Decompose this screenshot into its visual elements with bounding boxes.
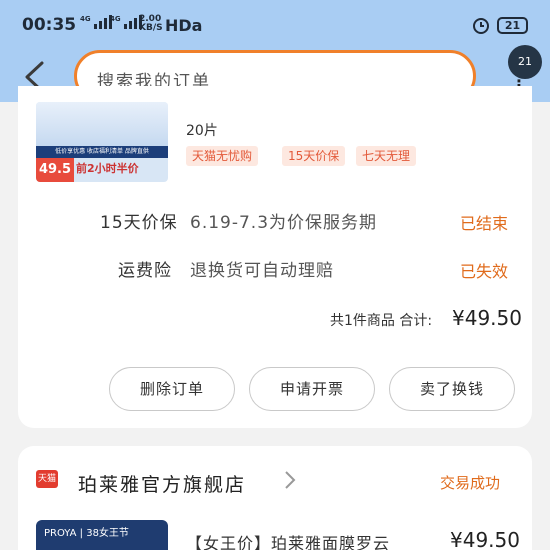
shipping-insurance-status: 已失效 bbox=[460, 262, 509, 281]
price-protection-status: 已结束 bbox=[460, 214, 509, 233]
status-time: 00:35 bbox=[22, 15, 77, 35]
product-thumbnail[interactable]: 低价享优惠 收店福利清单 品牌直供 49.5 前2小时半价 bbox=[36, 102, 168, 182]
order-total-price: ¥49.50 bbox=[452, 306, 522, 330]
alarm-icon bbox=[473, 18, 489, 34]
thumbnail-promo: 前2小时半价 bbox=[76, 162, 139, 175]
price-protection-value: 6.19-7.3为价保服务期 bbox=[190, 213, 378, 233]
service-tag: 天猫无忧购 bbox=[186, 146, 259, 166]
price-protection-label: 15天价保 bbox=[100, 213, 178, 233]
floating-badge[interactable]: 21 bbox=[508, 45, 542, 79]
thumbnail-brand: PROYA | 38女王节 bbox=[44, 528, 129, 539]
product-spec: 20片 bbox=[186, 123, 218, 139]
service-tag: 七天无理 bbox=[356, 146, 417, 166]
request-invoice-button[interactable]: 申请开票 bbox=[249, 367, 375, 411]
shipping-insurance-label: 运费险 bbox=[118, 261, 172, 281]
battery-icon: 21 bbox=[497, 17, 528, 34]
shipping-insurance-value: 退换货可自动理赔 bbox=[190, 261, 334, 281]
service-tag: 15天价保 bbox=[282, 146, 346, 166]
tmall-logo-icon: 天猫 bbox=[36, 470, 58, 488]
signal-icon: 4G bbox=[80, 15, 112, 29]
chevron-right-icon[interactable] bbox=[284, 470, 296, 490]
status-bar: 00:35 4G 4G 2.00 KB/S HDa 21 bbox=[0, 0, 550, 46]
thumbnail-price: 49.5 bbox=[36, 158, 74, 182]
shop-name[interactable]: 珀莱雅官方旗舰店 bbox=[78, 470, 246, 497]
order-status: 交易成功 bbox=[440, 474, 501, 492]
resell-button[interactable]: 卖了换钱 bbox=[389, 367, 515, 411]
order-total-label: 共1件商品 合计: bbox=[330, 313, 433, 329]
delete-order-button[interactable]: 删除订单 bbox=[109, 367, 235, 411]
product-title[interactable]: 【女王价】珀莱雅面膜罗云 bbox=[186, 530, 390, 550]
product-price: ¥49.50 bbox=[450, 528, 520, 550]
signal-icon: 4G bbox=[110, 15, 142, 29]
hd-indicator: HDa bbox=[165, 16, 203, 35]
network-speed: 2.00 KB/S bbox=[139, 14, 163, 33]
